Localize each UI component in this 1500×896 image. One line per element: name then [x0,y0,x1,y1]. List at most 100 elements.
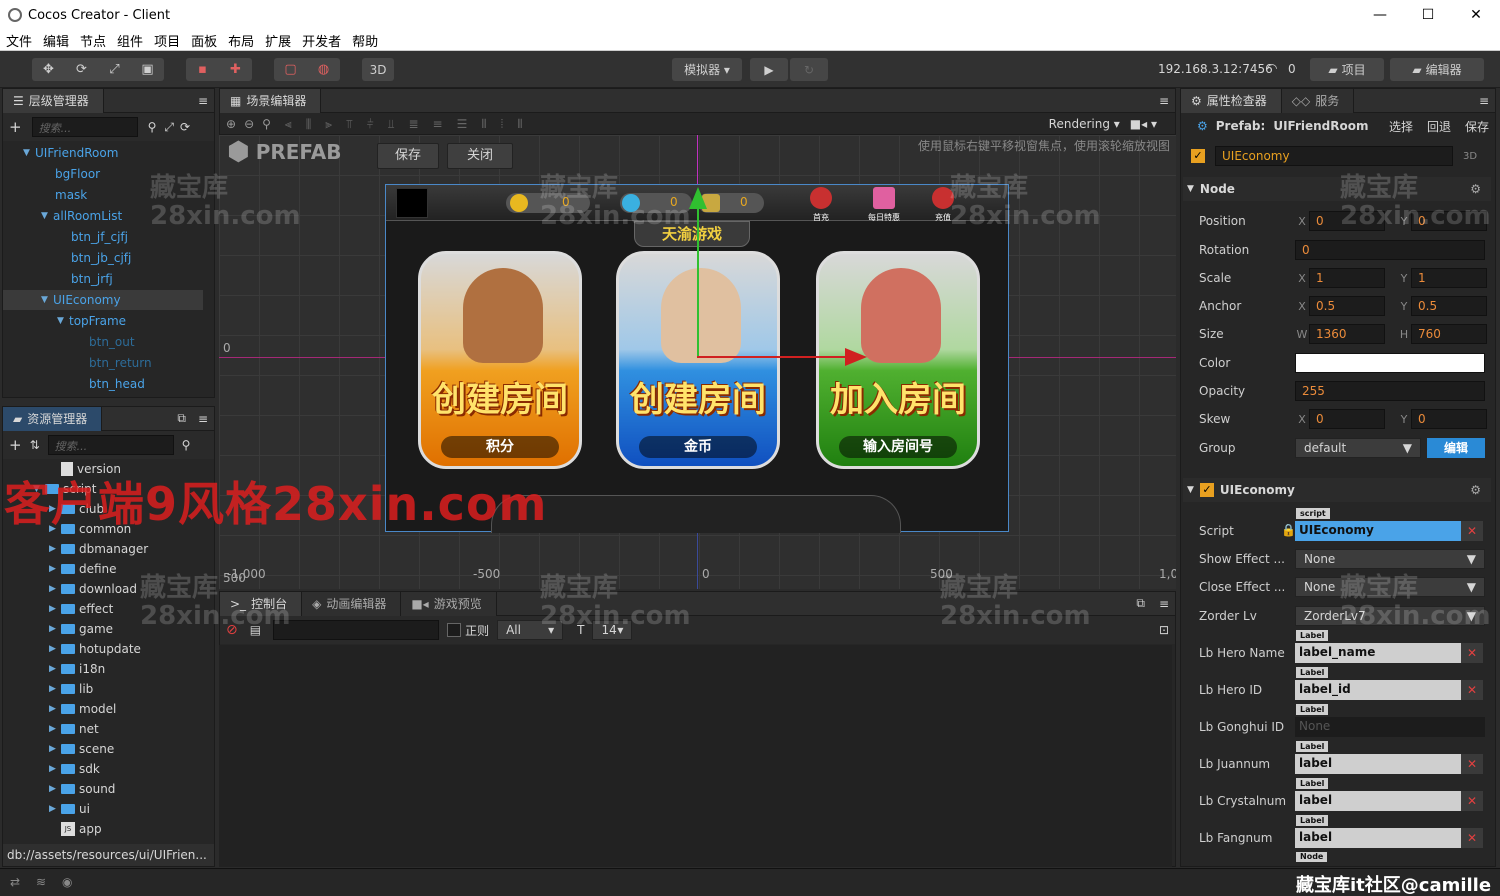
node-active-checkbox[interactable]: ✓ [1191,149,1205,163]
asset-hotupdate[interactable]: ▶ hotupdate [49,639,141,659]
swap-icon[interactable]: ⇄ [10,875,20,889]
distribute-middle-icon[interactable]: ≡ [433,117,443,131]
asset-ui[interactable]: ▶ ui [49,799,90,819]
popout-icon[interactable]: ⧉ [1136,596,1145,611]
remove-ref-icon[interactable]: ✕ [1461,754,1483,774]
component-enabled-checkbox[interactable]: ✓ [1199,483,1214,497]
distribute-top-icon[interactable]: ≣ [408,117,418,131]
opacity-input[interactable]: 255 [1295,381,1485,401]
tree-item-btn-jb-cjfj[interactable]: btn_jb_cjfj [71,248,131,268]
distribute-right-icon[interactable]: ⫴ [517,117,522,132]
maximize-button[interactable]: ☐ [1404,0,1452,30]
daily-deal-button[interactable]: 每日特惠 [862,185,906,222]
rendering-dropdown[interactable]: Rendering ▾ [1049,117,1120,131]
remove-ref-icon[interactable]: ✕ [1461,643,1483,663]
eye-icon[interactable]: ◉ [62,875,72,889]
refresh-button[interactable]: ↻ [790,58,828,81]
collapse-icon[interactable]: ⊡ [1159,623,1169,637]
align-left-icon[interactable]: ⫷ [285,117,292,132]
menu-help[interactable]: 帮助 [352,31,378,50]
align-middle-icon[interactable]: ⫩ [367,117,374,132]
sort-icon[interactable]: ⇅ [30,438,40,452]
menu-layout[interactable]: 布局 [228,31,254,50]
add-asset-icon[interactable]: + [9,436,22,454]
animation-editor-tab[interactable]: ◈ 动画编辑器 [302,591,402,616]
tree-item-mask[interactable]: mask [55,185,87,205]
lb-crystalnum-ref[interactable]: label [1295,791,1461,811]
asset-club[interactable]: ▶ club [49,499,104,519]
position-y-input[interactable]: 0 [1411,211,1487,231]
open-editor-button[interactable]: ▰ 编辑器 [1390,58,1484,81]
align-top-icon[interactable]: ⫪ [346,117,353,132]
scene-view[interactable]: ⬢ PREFAB 保存 关闭 使用鼠标右键平移视窗焦点，使用滚轮缩放视图 -1,0… [219,135,1176,589]
expand-icon[interactable]: ⤢ [164,120,174,135]
gizmo-frame-icon[interactable]: ▢ [274,62,307,77]
size-w-input[interactable]: 1360 [1309,324,1385,344]
play-button[interactable]: ▶ [750,58,788,81]
distribute-bottom-icon[interactable]: ☰ [457,117,468,131]
menu-file[interactable]: 文件 [6,31,32,50]
asset-version[interactable]: version [61,459,121,479]
asset-effect[interactable]: ▶ effect [49,599,113,619]
distribute-center-icon[interactable]: ⦙ [501,117,504,132]
settings-gear-icon[interactable]: ⚙ [1470,483,1481,497]
open-log-icon[interactable]: ▤ [250,623,261,637]
tree-item-topframe[interactable]: ▼ topFrame [57,311,126,331]
hierarchy-tab[interactable]: ☰ 层级管理器 [3,88,104,113]
align-right-icon[interactable]: ⫸ [325,117,332,132]
menu-component[interactable]: 组件 [117,31,143,50]
y-gizmo-arrow-icon[interactable] [689,187,707,209]
menu-extension[interactable]: 扩展 [265,31,291,50]
menu-developer[interactable]: 开发者 [302,31,341,50]
zoom-in-icon[interactable]: ⊕ [226,117,236,131]
close-prefab-button[interactable]: 关闭 [447,143,513,169]
prefab-save-button[interactable]: 保存 [1465,118,1489,135]
service-tab[interactable]: ◇◇ 服务 [1281,88,1355,113]
remove-ref-icon[interactable]: ✕ [1461,791,1483,811]
anchor-y-input[interactable]: 0.5 [1411,296,1487,316]
camera-icon[interactable]: ■◂ ▾ [1130,117,1157,131]
asset-sound[interactable]: ▶ sound [49,779,115,799]
font-size-select[interactable]: 14 ▾ [592,620,633,640]
asset-game[interactable]: ▶ game [49,619,113,639]
scale-tool-icon[interactable]: ⤢ [98,62,131,77]
close-window-button[interactable]: ✕ [1452,0,1500,30]
regex-checkbox[interactable] [447,623,462,637]
remove-ref-icon[interactable]: ✕ [1461,680,1483,700]
zoom-reset-icon[interactable]: ⚲ [262,117,271,131]
pivot-icon[interactable]: ▪ [186,62,219,77]
open-project-button[interactable]: ▰ 项目 [1310,58,1384,81]
hierarchy-search-input[interactable]: 搜索... [31,117,138,137]
asset-define[interactable]: ▶ define [49,559,117,579]
lb-hero-name-ref[interactable]: label_name [1295,643,1461,663]
game-preview-tab[interactable]: ■◂ 游戏预览 [401,591,497,616]
tree-item-btn-out[interactable]: btn_out [89,332,135,352]
asset-lib[interactable]: ▶ lib [49,679,93,699]
move-tool-icon[interactable]: ✥ [32,62,65,77]
close-effect-select[interactable]: None ▼ [1295,577,1485,597]
panel-menu-icon[interactable]: ≡ [1479,94,1489,108]
scale-x-input[interactable]: 1 [1309,268,1385,288]
color-swatch[interactable] [1295,353,1485,373]
gizmo-globe-icon[interactable]: ◍ [307,62,340,77]
size-h-input[interactable]: 760 [1411,324,1487,344]
assets-search-input[interactable]: 搜索... [47,435,174,455]
rotate-tool-icon[interactable]: ⟳ [65,62,98,77]
join-room-card[interactable]: 加入房间 输入房间号 [816,251,980,469]
panel-menu-icon[interactable]: ≡ [1159,597,1169,611]
panel-menu-icon[interactable]: ≡ [198,412,208,426]
toggle-3d-node[interactable]: 3D [1463,151,1477,162]
edit-group-button[interactable]: 编辑 [1427,438,1485,458]
log-level-select[interactable]: All ▾ [497,620,564,640]
node-name-input[interactable]: UIEconomy [1215,146,1453,166]
tree-item-allroomlist[interactable]: ▼ allRoomList [41,206,122,226]
zorder-select[interactable]: ZorderLv7 ▼ [1295,606,1485,626]
asset-scene[interactable]: ▶ scene [49,739,114,759]
tree-item-btn-jf-cjfj[interactable]: btn_jf_cjfj [71,227,128,247]
console-tab[interactable]: >_ 控制台 [220,591,303,616]
lb-fangnum-ref[interactable]: label [1295,828,1461,848]
tree-item-btn-head[interactable]: btn_head [89,374,145,394]
x-gizmo-arrow-icon[interactable] [845,348,867,366]
align-center-icon[interactable]: ⫼ [306,117,312,132]
zoom-out-icon[interactable]: ⊖ [244,117,254,131]
